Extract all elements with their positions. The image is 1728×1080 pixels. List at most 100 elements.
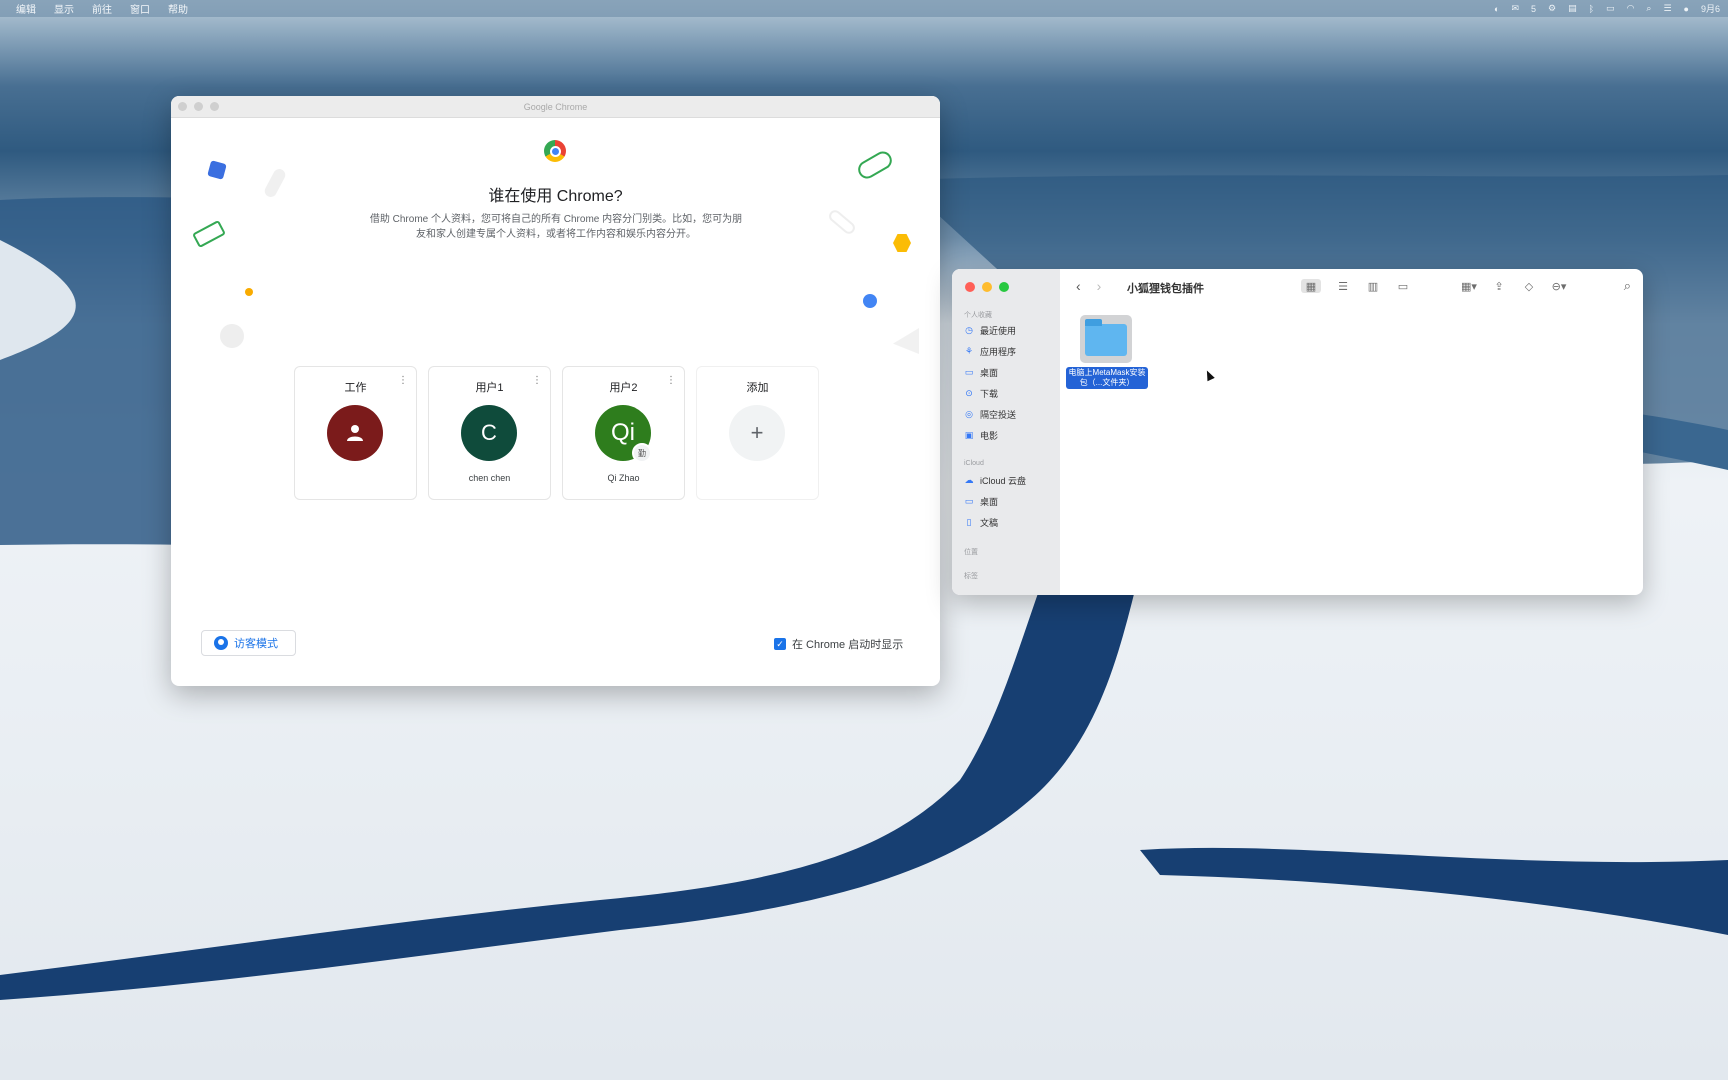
guest-icon: [214, 636, 228, 650]
menu-go[interactable]: 前往: [92, 1, 112, 16]
document-icon: ▯: [966, 517, 972, 527]
favorites-section-label: 个人收藏: [964, 312, 992, 319]
sidebar-item-label: 文稿: [980, 518, 999, 528]
sidebar-item-label: 下载: [980, 389, 999, 399]
profile-user-name: Qi Zhao: [607, 473, 640, 483]
profile-card-user2[interactable]: 用户2 ⋮ Qi 勤 Qi Zhao: [562, 366, 685, 500]
zoom-button[interactable]: [999, 282, 1009, 292]
sidebar-item-movies[interactable]: ▣ 电影: [964, 429, 998, 442]
column-view-icon[interactable]: ▥: [1365, 279, 1381, 293]
menu-edit[interactable]: 编辑: [16, 1, 36, 16]
decor-blue-dot: [863, 294, 877, 308]
show-on-startup-option[interactable]: ✓ 在 Chrome 启动时显示: [774, 636, 903, 652]
decor-green-link: [854, 148, 896, 182]
profile-card-work[interactable]: 工作 ⋮: [294, 366, 417, 500]
cloud-icon: ☁: [964, 475, 974, 485]
add-profile-label: 添加: [746, 382, 769, 394]
profile-card-user1[interactable]: 用户1 ⋮ C chen chen: [428, 366, 551, 500]
sidebar-item-label: 最近使用: [980, 326, 1017, 336]
chrome-profile-window: Google Chrome 谁在使用 Chrome? 借助 Chrome 个人资…: [171, 96, 940, 686]
settings-status-icon[interactable]: ⚙: [1548, 3, 1556, 14]
decor-grey-circle: [220, 324, 244, 348]
show-on-startup-label: 在 Chrome 启动时显示: [792, 639, 904, 651]
tag-icon[interactable]: ◇: [1521, 279, 1537, 293]
group-icon[interactable]: ▦▾: [1461, 279, 1477, 293]
show-on-startup-checkbox[interactable]: ✓: [774, 638, 786, 650]
menu-window[interactable]: 窗口: [130, 1, 150, 16]
avatar: C: [461, 405, 517, 461]
profile-list: 工作 ⋮ 用户1 ⋮ C chen chen 用户2 ⋮ Qi 勤 Qi Zha…: [294, 366, 819, 500]
clock-text[interactable]: 9月6: [1701, 2, 1720, 15]
window-title: Google Chrome: [523, 101, 588, 112]
minimize-button[interactable]: [982, 282, 992, 292]
search-icon[interactable]: ⌕: [1624, 278, 1631, 294]
wechat-icon[interactable]: ✉: [1511, 3, 1519, 14]
folder-selection-bg: [1080, 315, 1132, 363]
more-options-icon[interactable]: ⋮: [398, 375, 408, 386]
decor-blue-square: [207, 160, 227, 180]
share-icon[interactable]: ⇪: [1491, 279, 1507, 293]
airdrop-icon: ◎: [965, 409, 973, 419]
list-view-icon[interactable]: ☰: [1335, 279, 1351, 293]
more-options-icon[interactable]: ⋮: [666, 375, 676, 386]
folder-title: 小狐狸钱包插件: [1127, 283, 1204, 295]
sidebar-item-desktop[interactable]: ▭ 桌面: [964, 366, 998, 379]
window-controls: [965, 282, 1009, 292]
page-description: 借助 Chrome 个人资料，您可将自己的所有 Chrome 内容分门别类。比如…: [369, 214, 743, 240]
back-icon[interactable]: ‹: [1076, 278, 1081, 294]
avatar: [327, 405, 383, 461]
battery-icon[interactable]: ▭: [1606, 3, 1615, 14]
download-icon: ⊙: [965, 388, 973, 398]
chrome-logo-icon: [544, 140, 566, 162]
locations-section-label: 位置: [964, 549, 978, 556]
menu-bar: 编辑 显示 前往 窗口 帮助 ◐ ✉ 5 ⚙ ▤ ᛒ ▭ ◠ ⌕ ☰ ● 9月6: [0, 0, 1728, 17]
control-center-icon[interactable]: ☰: [1663, 3, 1671, 14]
sidebar-item-downloads[interactable]: ⊙ 下载: [964, 387, 998, 400]
folder-name: 电脑上MetaMask安装包（...文件夹）: [1066, 367, 1148, 389]
gallery-view-icon[interactable]: ▭: [1395, 279, 1411, 293]
sidebar-item-airdrop[interactable]: ◎ 隔空投送: [964, 408, 1016, 421]
more-options-icon[interactable]: ⋮: [532, 375, 542, 386]
movie-icon: ▣: [964, 430, 974, 440]
finder-window: 个人收藏 ◷ 最近使用 ⚘ 应用程序 ▭ 桌面 ⊙ 下载 ◎ 隔空投送 ▣ 电影 iClou…: [952, 269, 1643, 595]
plus-icon: +: [729, 405, 785, 461]
status-app-icon[interactable]: ◐: [1494, 4, 1499, 14]
forward-icon[interactable]: ›: [1097, 278, 1102, 294]
guest-mode-label: 访客模式: [234, 638, 278, 650]
decor-yellow-dot: [245, 288, 253, 296]
guest-mode-button[interactable]: 访客模式: [201, 630, 296, 656]
window-controls: [178, 102, 219, 111]
display-icon[interactable]: ▤: [1568, 3, 1577, 14]
decor-green-rect: [192, 219, 226, 249]
menu-view[interactable]: 显示: [54, 1, 74, 16]
sidebar-item-label: iCloud 云盘: [980, 476, 1027, 486]
menu-help[interactable]: 帮助: [168, 1, 188, 16]
add-profile-button[interactable]: 添加 +: [696, 366, 819, 500]
close-button[interactable]: [178, 102, 187, 111]
folder-icon: [1085, 319, 1127, 356]
minimize-button[interactable]: [194, 102, 203, 111]
sidebar-item-applications[interactable]: ⚘ 应用程序: [964, 345, 1016, 358]
tags-section-label: 标签: [964, 573, 978, 580]
profile-user-name: chen chen: [468, 473, 511, 483]
desktop-icon: ▭: [964, 496, 974, 506]
spotlight-icon[interactable]: ⌕: [1646, 3, 1651, 14]
close-button[interactable]: [965, 282, 975, 292]
sidebar-item-documents[interactable]: ▯ 文稿: [964, 516, 999, 529]
siri-icon[interactable]: ●: [1684, 4, 1689, 14]
sidebar-item-recents[interactable]: ◷ 最近使用: [964, 324, 1016, 337]
sidebar-item-icloud-drive[interactable]: ☁ iCloud 云盘: [964, 474, 1027, 487]
decor-grey-capsule: [826, 207, 858, 237]
sidebar-item-label: 应用程序: [980, 347, 1017, 357]
wifi-icon[interactable]: ◠: [1627, 3, 1635, 14]
page-title: 谁在使用 Chrome?: [488, 188, 623, 205]
bluetooth-icon[interactable]: ᛒ: [1589, 4, 1594, 14]
icon-view-icon[interactable]: ▦: [1301, 279, 1321, 293]
sidebar-item-icloud-desktop[interactable]: ▭ 桌面: [964, 495, 998, 508]
chrome-titlebar[interactable]: Google Chrome: [171, 96, 940, 118]
zoom-button[interactable]: [210, 102, 219, 111]
folder-item[interactable]: 电脑上MetaMask安装包（...文件夹）: [1066, 315, 1148, 389]
more-actions-icon[interactable]: ⊖▾: [1551, 279, 1567, 293]
profile-badge: 勤: [632, 443, 652, 463]
decor-grey-triangle: [893, 328, 919, 354]
